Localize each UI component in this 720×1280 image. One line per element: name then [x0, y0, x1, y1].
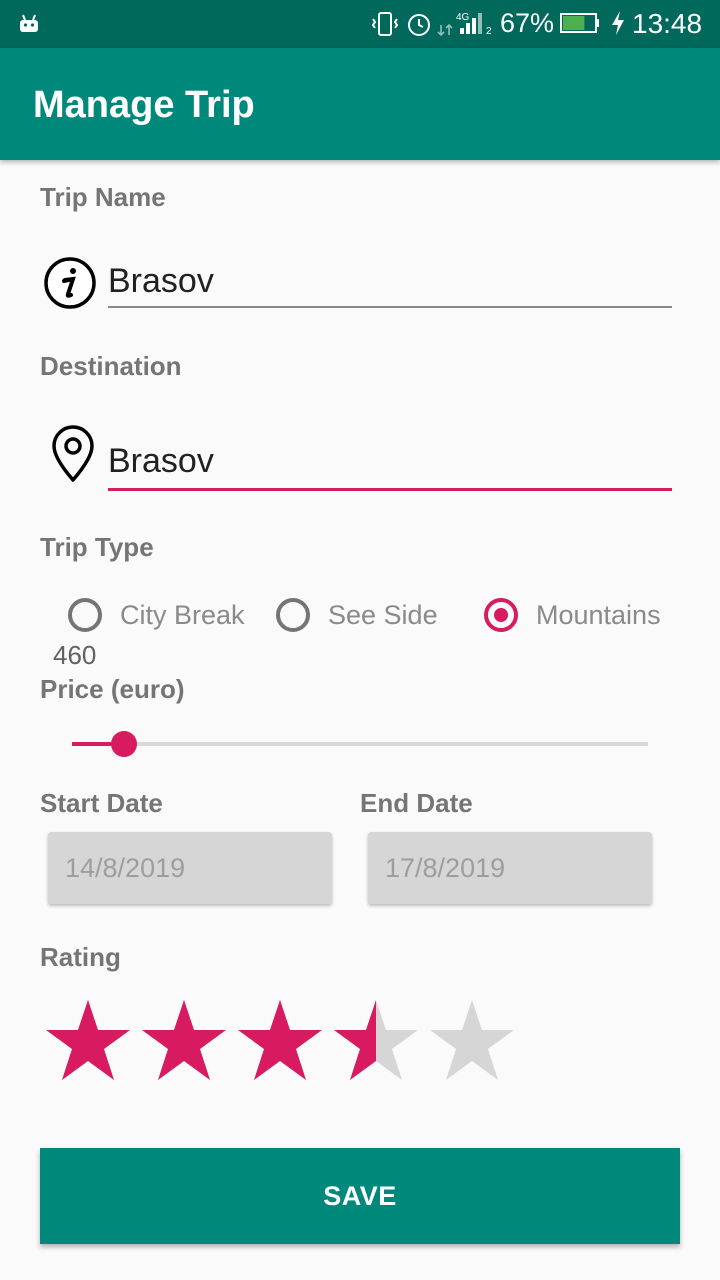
trip-name-underline: [108, 306, 672, 308]
radio-city-break[interactable]: City Break: [68, 598, 245, 632]
charging-icon: [612, 11, 624, 35]
location-pin-icon: [52, 425, 94, 482]
vibrate-icon: [371, 12, 399, 36]
radio-mountains[interactable]: Mountains: [484, 598, 661, 632]
star-icon[interactable]: [334, 998, 418, 1082]
trip-name-input[interactable]: Brasov: [108, 262, 214, 301]
rating-bar[interactable]: [46, 998, 516, 1082]
app-bar: Manage Trip: [0, 48, 720, 160]
page-title: Manage Trip: [33, 84, 255, 126]
trip-name-label: Trip Name: [40, 182, 166, 212]
star-icon[interactable]: [142, 998, 226, 1082]
star-icon[interactable]: [430, 998, 514, 1082]
data-arrows-icon: [437, 23, 453, 37]
status-icons: 4G 2: [370, 10, 494, 38]
alarm-icon: [408, 14, 430, 36]
destination-input[interactable]: Brasov: [108, 442, 214, 481]
radio-see-side[interactable]: See Side: [276, 598, 438, 632]
price-slider[interactable]: [72, 731, 648, 757]
destination-label: Destination: [40, 351, 182, 381]
radio-label: City Break: [120, 599, 245, 630]
radio-circle[interactable]: [484, 598, 518, 632]
battery-percent: 67%: [500, 8, 555, 38]
price-label: Price (euro): [40, 674, 185, 704]
status-bar: 4G 2 67% 13:48: [0, 0, 720, 48]
rating-label: Rating: [40, 942, 121, 972]
price-value: 460: [53, 640, 97, 670]
start-date-button[interactable]: 14/8/2019: [48, 832, 332, 904]
battery-icon: [560, 13, 599, 33]
slider-thumb[interactable]: [110, 731, 137, 757]
clock: 13:48: [632, 8, 703, 39]
destination-underline: [108, 488, 672, 491]
end-date-button[interactable]: 17/8/2019: [368, 832, 652, 904]
star-icon[interactable]: [46, 998, 130, 1082]
trip-type-label: Trip Type: [40, 532, 154, 562]
radio-label: See Side: [328, 599, 438, 630]
signal-icon: 4G 2: [456, 12, 492, 37]
save-button[interactable]: SAVE: [40, 1148, 680, 1244]
svg-text:4G: 4G: [456, 12, 470, 23]
radio-circle[interactable]: [276, 598, 310, 632]
android-icon: [20, 14, 38, 32]
info-icon: [44, 257, 96, 309]
svg-text:2: 2: [486, 26, 492, 37]
star-icon[interactable]: [238, 998, 322, 1082]
end-date-label: End Date: [360, 788, 473, 818]
radio-label: Mountains: [536, 599, 661, 630]
start-date-label: Start Date: [40, 788, 163, 818]
radio-circle[interactable]: [68, 598, 102, 632]
